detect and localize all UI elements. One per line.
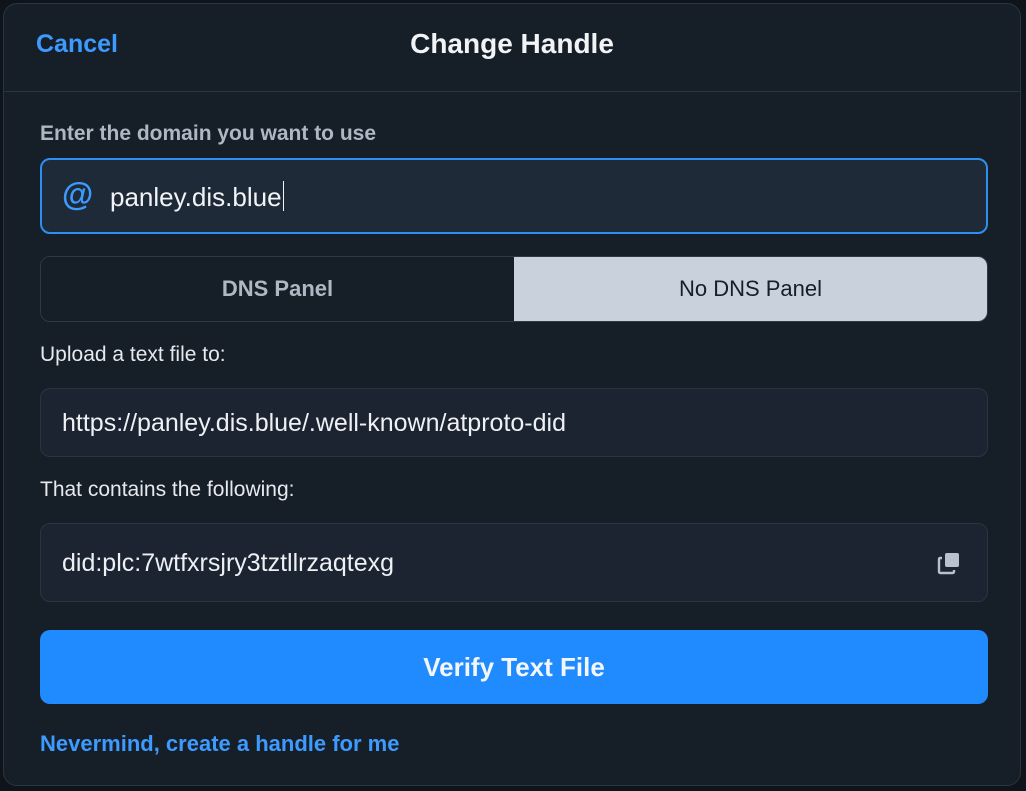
change-handle-dialog: Cancel Change Handle Enter the domain yo… — [3, 3, 1021, 786]
did-value-field[interactable]: did:plc:7wtfxrsjry3tztllrzaqtexg — [40, 523, 988, 602]
dns-mode-toggle: DNS Panel No DNS Panel — [40, 256, 988, 322]
at-sign-icon: @ — [62, 176, 94, 212]
dialog-title: Change Handle — [410, 28, 614, 59]
upload-url-field[interactable]: https://panley.dis.blue/.well-known/atpr… — [40, 388, 988, 457]
domain-input[interactable]: @ panley.dis.blue — [40, 158, 988, 234]
domain-input-value[interactable]: panley.dis.blue — [110, 181, 284, 213]
contents-label: That contains the following: — [40, 478, 295, 501]
copy-icon[interactable] — [937, 551, 961, 575]
text-caret — [282, 181, 284, 211]
upload-label: Upload a text file to: — [40, 343, 226, 366]
dns-panel-option[interactable]: DNS Panel — [41, 257, 514, 321]
verify-text-file-button[interactable]: Verify Text File — [40, 630, 988, 704]
dialog-header: Cancel Change Handle — [4, 4, 1020, 92]
upload-url-value[interactable]: https://panley.dis.blue/.well-known/atpr… — [62, 409, 566, 438]
domain-label: Enter the domain you want to use — [40, 122, 377, 145]
no-dns-panel-option[interactable]: No DNS Panel — [514, 257, 987, 321]
did-value[interactable]: did:plc:7wtfxrsjry3tztllrzaqtexg — [62, 549, 394, 578]
nevermind-link[interactable]: Nevermind, create a handle for me — [40, 731, 399, 757]
